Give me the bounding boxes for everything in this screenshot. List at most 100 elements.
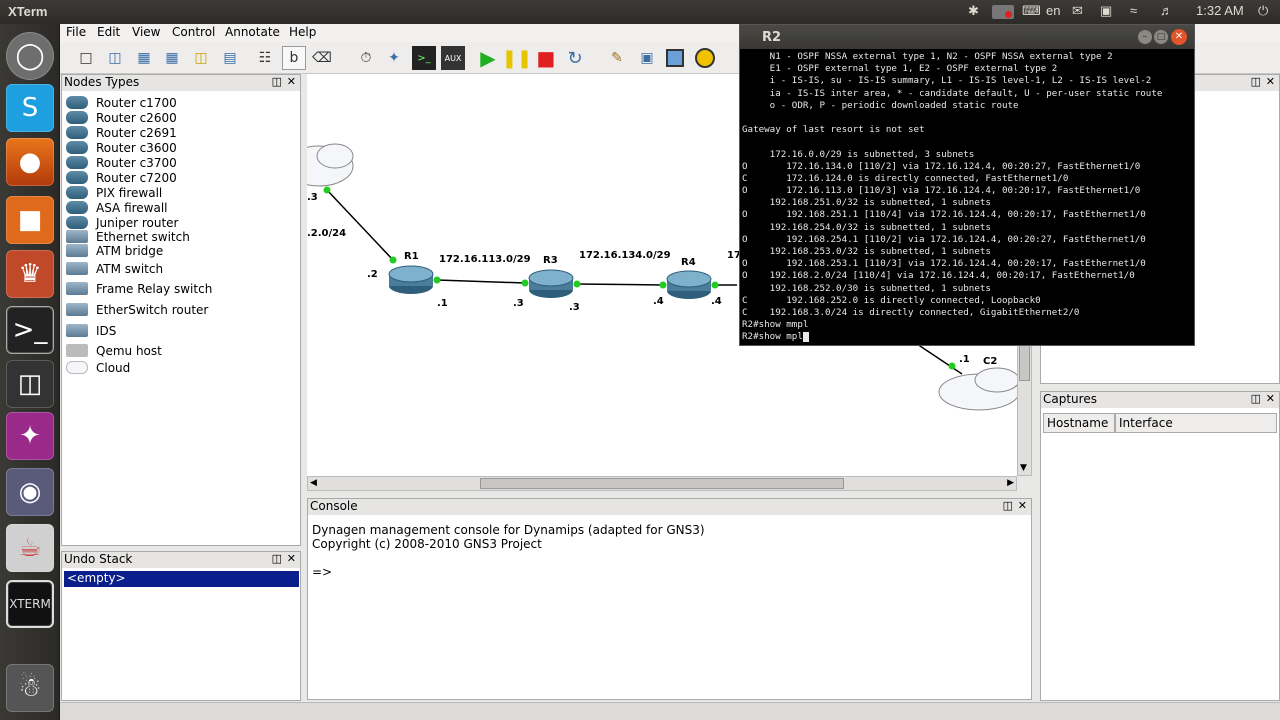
insert-picture-icon[interactable]: ▣ — [635, 46, 659, 70]
add-note-icon[interactable]: ✎ — [605, 46, 629, 70]
wifi-icon[interactable]: ≈ — [1130, 3, 1137, 18]
shotwell-icon[interactable]: ✦ — [6, 412, 54, 460]
console-output[interactable]: Dynagen management console for Dynamips … — [312, 523, 705, 579]
node-type-item[interactable]: Ethernet switch — [66, 229, 190, 244]
eraser-icon[interactable]: ⌫ — [310, 46, 334, 70]
skype-icon[interactable]: S — [6, 84, 54, 132]
terminal-window[interactable]: R2 – □ ✕ N1 - OSPF NSSA external type 1,… — [739, 24, 1195, 346]
draw-ellipse-icon[interactable] — [693, 46, 717, 70]
xterm-icon[interactable]: XTERM — [6, 580, 54, 628]
timer-icon[interactable]: ⏱ — [354, 46, 378, 70]
new-file-icon[interactable]: □ — [74, 46, 98, 70]
close-panel-icon[interactable]: ✕ — [1266, 75, 1275, 88]
router-label-r1[interactable]: R1 — [404, 251, 419, 262]
console-connect-icon[interactable]: >_ — [412, 46, 436, 70]
scrollbar-thumb[interactable] — [480, 478, 844, 489]
record-icon[interactable] — [992, 5, 1014, 19]
trash-icon[interactable]: ☃ — [6, 664, 54, 712]
undo-item[interactable]: <empty> — [64, 571, 299, 587]
dash-home-icon[interactable]: ◯ — [6, 32, 54, 80]
node-type-item[interactable]: ASA firewall — [66, 200, 168, 215]
bluetooth-icon[interactable]: ✱ — [968, 3, 979, 19]
node-type-item[interactable]: ATM switch — [66, 261, 163, 276]
hostnames-toggle-icon[interactable]: b — [282, 46, 306, 70]
wine-icon[interactable]: ◉ — [6, 468, 54, 516]
node-type-item[interactable]: Router c3700 — [66, 155, 177, 170]
maximize-icon[interactable]: □ — [1154, 30, 1168, 44]
router-icon — [388, 265, 434, 294]
volume-icon[interactable]: ♬ — [1160, 3, 1173, 18]
node-type-item[interactable]: Router c3600 — [66, 140, 177, 155]
node-type-item[interactable]: Router c2600 — [66, 110, 177, 125]
terminal-titlebar[interactable]: R2 — [740, 25, 1194, 49]
topology-icon[interactable]: ☷ — [253, 46, 277, 70]
cloud-label-c2[interactable]: C2 — [983, 356, 997, 367]
menu-view[interactable]: View — [132, 25, 160, 39]
save-as-icon[interactable]: ▦ — [160, 46, 184, 70]
node-type-item[interactable]: ATM bridge — [66, 243, 163, 258]
node-type-item[interactable]: Qemu host — [66, 343, 162, 358]
power-icon[interactable]: ⏻ — [1258, 3, 1268, 19]
node-type-item[interactable]: Juniper router — [66, 215, 178, 230]
add-link-icon[interactable]: ✦ — [382, 46, 406, 70]
aux-console-icon[interactable]: AUX — [441, 46, 465, 70]
keyboard-icon[interactable]: ⌨ — [1022, 3, 1041, 19]
firefox-icon[interactable]: ● — [6, 138, 54, 186]
float-panel-icon[interactable]: ◫ — [1251, 392, 1261, 405]
router-icon — [66, 126, 88, 139]
close-panel-icon[interactable]: ✕ — [1266, 392, 1275, 405]
terminal-icon[interactable]: >_ — [6, 306, 54, 354]
float-panel-icon[interactable]: ◫ — [1003, 499, 1013, 512]
horizontal-scrollbar[interactable]: ◀ ▶ — [307, 476, 1017, 491]
battery-icon[interactable]: ▣ — [1100, 3, 1112, 19]
menu-edit[interactable]: Edit — [97, 25, 120, 39]
node-type-item[interactable]: IDS — [66, 323, 116, 338]
close-icon[interactable]: ✕ — [1171, 29, 1187, 45]
menu-annotate[interactable]: Annotate — [225, 25, 280, 39]
reload-icon[interactable]: ↻ — [563, 46, 587, 70]
software-center-icon[interactable]: ♛ — [6, 250, 54, 298]
router-label-r4[interactable]: R4 — [681, 257, 696, 268]
save-icon[interactable]: ▦ — [132, 46, 156, 70]
export-icon[interactable]: ▤ — [218, 46, 242, 70]
column-header-interface[interactable]: Interface — [1115, 413, 1277, 433]
float-panel-icon[interactable]: ◫ — [272, 75, 282, 88]
scroll-left-icon[interactable]: ◀ — [310, 478, 317, 488]
node-type-item[interactable]: Router c1700 — [66, 95, 177, 110]
workspace-switcher-icon[interactable]: ◫ — [6, 360, 54, 408]
menu-control[interactable]: Control — [172, 25, 215, 39]
float-panel-icon[interactable]: ◫ — [272, 552, 282, 565]
close-panel-icon[interactable]: ✕ — [1018, 499, 1027, 512]
keyboard-language[interactable]: en — [1046, 3, 1060, 18]
close-panel-icon[interactable]: ✕ — [287, 552, 296, 565]
open-folder-icon[interactable]: ◫ — [103, 46, 127, 70]
close-panel-icon[interactable]: ✕ — [287, 75, 296, 88]
node-type-item[interactable]: Cloud — [66, 360, 130, 375]
column-header-hostname[interactable]: Hostname — [1043, 413, 1115, 433]
files-folder-icon[interactable]: ■ — [6, 196, 54, 244]
scroll-right-icon[interactable]: ▶ — [1007, 478, 1014, 488]
panel-title: Undo Stack — [64, 552, 133, 566]
link-line — [326, 189, 394, 261]
node-type-item[interactable]: PIX firewall — [66, 185, 162, 200]
minimize-icon[interactable]: – — [1138, 30, 1152, 44]
stop-icon[interactable]: ■ — [534, 46, 558, 70]
start-icon[interactable]: ▶ — [476, 46, 500, 70]
pause-icon[interactable]: ❚❚ — [502, 46, 532, 70]
menu-help[interactable]: Help — [289, 25, 316, 39]
clock[interactable]: 1:32 AM — [1196, 3, 1244, 18]
node-type-item[interactable]: Router c2691 — [66, 125, 177, 140]
status-bar — [60, 702, 1280, 720]
java-icon[interactable]: ☕ — [6, 524, 54, 572]
mail-icon[interactable]: ✉ — [1072, 3, 1083, 19]
router-label-r3[interactable]: R3 — [543, 255, 558, 266]
node-type-item[interactable]: Router c7200 — [66, 170, 177, 185]
open-project-icon[interactable]: ◫ — [189, 46, 213, 70]
menu-file[interactable]: File — [66, 25, 86, 39]
draw-rectangle-icon[interactable] — [663, 46, 687, 70]
scroll-down-icon[interactable]: ▼ — [1020, 463, 1027, 473]
float-panel-icon[interactable]: ◫ — [1251, 75, 1261, 88]
node-type-item[interactable]: EtherSwitch router — [66, 302, 208, 317]
node-type-item[interactable]: Frame Relay switch — [66, 281, 212, 296]
terminal-output[interactable]: N1 - OSPF NSSA external type 1, N2 - OSP… — [742, 51, 1192, 345]
